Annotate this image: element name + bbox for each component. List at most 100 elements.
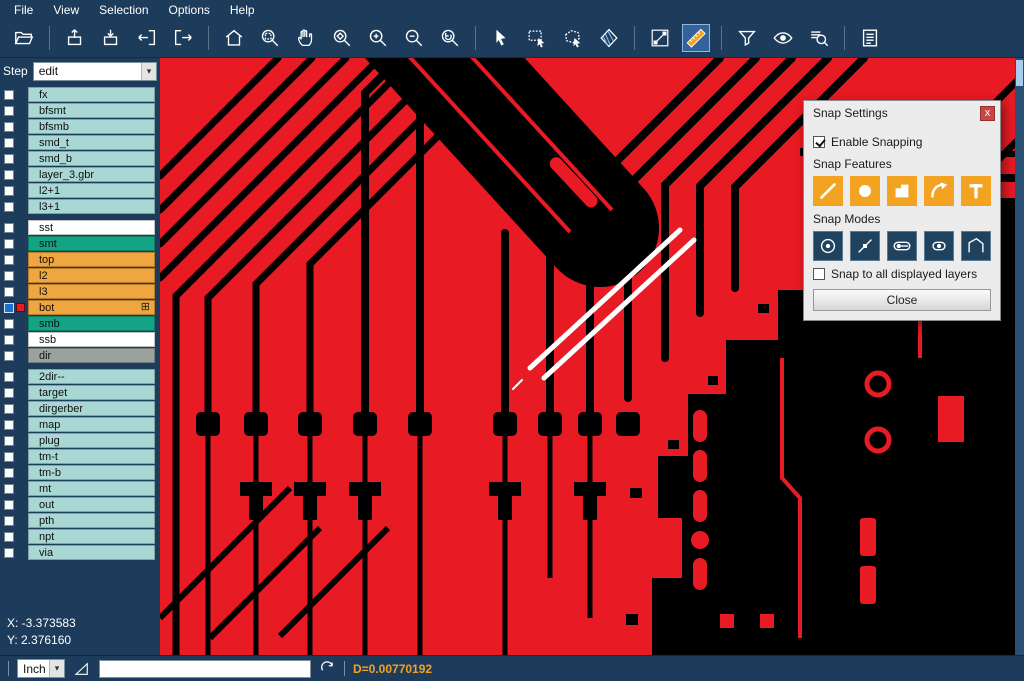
snap-feature-text-button[interactable] [961, 176, 991, 206]
select-rectangle-button[interactable] [523, 24, 551, 52]
command-input[interactable] [99, 660, 311, 678]
layer-name[interactable]: mt [28, 481, 155, 496]
layer-row[interactable]: tm-t ⊞ [0, 449, 160, 464]
draw-line-button[interactable] [646, 24, 674, 52]
vertical-scrollbar-thumb[interactable] [1016, 60, 1023, 86]
layer-visibility-checkbox[interactable] [4, 500, 14, 510]
layer-name[interactable]: smd_b [28, 151, 155, 166]
unit-select[interactable]: Inch ▾ [17, 659, 65, 678]
layer-row[interactable]: top ⊞ [0, 252, 160, 267]
layer-row[interactable]: mt ⊞ [0, 481, 160, 496]
layer-row[interactable]: smd_t ⊞ [0, 135, 160, 150]
layer-name[interactable]: via [28, 545, 155, 560]
zoom-in-button[interactable] [364, 24, 392, 52]
measure-ruler-button[interactable] [682, 24, 710, 52]
layer-name[interactable]: sst [28, 220, 155, 235]
layer-row[interactable]: smb ⊞ [0, 316, 160, 331]
layer-row[interactable]: bot ⊞ [0, 300, 160, 315]
layer-visibility-checkbox[interactable] [4, 452, 14, 462]
layer-row[interactable]: dirgerber ⊞ [0, 401, 160, 416]
layer-name[interactable]: top [28, 252, 155, 267]
layer-row[interactable]: smt ⊞ [0, 236, 160, 251]
enable-snapping-row[interactable]: Enable Snapping [813, 135, 991, 149]
layer-visibility-checkbox[interactable] [4, 372, 14, 382]
layer-row[interactable]: bfsmb ⊞ [0, 119, 160, 134]
layer-name[interactable]: dir [28, 348, 155, 363]
layer-name[interactable]: l3+1 [28, 199, 155, 214]
layer-name[interactable]: plug [28, 433, 155, 448]
layer-visibility-checkbox[interactable] [4, 484, 14, 494]
snap-mode-slot-long-button[interactable] [887, 231, 917, 261]
layer-name[interactable]: smd_t [28, 135, 155, 150]
layer-visibility-checkbox[interactable] [4, 420, 14, 430]
layer-name[interactable]: fx [28, 87, 155, 102]
select-pointer-button[interactable] [487, 24, 515, 52]
layer-visibility-checkbox[interactable] [4, 548, 14, 558]
layer-visibility-checkbox[interactable] [4, 106, 14, 116]
enable-snapping-checkbox[interactable] [813, 136, 825, 148]
home-view-button[interactable] [220, 24, 248, 52]
layer-visibility-checkbox[interactable] [4, 202, 14, 212]
layer-name[interactable]: layer_3.gbr [28, 167, 155, 182]
snap-mode-point-button[interactable] [850, 231, 880, 261]
open-file-button[interactable] [10, 24, 38, 52]
layer-row[interactable]: 2dir-- ⊞ [0, 369, 160, 384]
layer-visibility-checkbox[interactable] [4, 122, 14, 132]
layer-visibility-checkbox[interactable] [4, 404, 14, 414]
layer-visibility-checkbox[interactable] [4, 287, 14, 297]
menu-file[interactable]: File [4, 1, 43, 19]
close-icon[interactable]: x [980, 106, 995, 121]
step-select[interactable]: edit ▾ [33, 62, 157, 81]
layer-name[interactable]: tm-b [28, 465, 155, 480]
layer-row[interactable]: l2 ⊞ [0, 268, 160, 283]
layer-name[interactable]: out [28, 497, 155, 512]
snap-mode-center-button[interactable] [813, 231, 843, 261]
layer-visibility-checkbox[interactable] [4, 516, 14, 526]
layer-row[interactable]: plug ⊞ [0, 433, 160, 448]
layer-name[interactable]: dirgerber [28, 401, 155, 416]
layer-row[interactable]: via ⊞ [0, 545, 160, 560]
layer-visibility-checkbox[interactable] [4, 90, 14, 100]
layer-name[interactable]: pth [28, 513, 155, 528]
zoom-out-button[interactable] [400, 24, 428, 52]
layer-name[interactable]: smt [28, 236, 155, 251]
layer-visibility-checkbox[interactable] [4, 351, 14, 361]
layer-row[interactable]: dir ⊞ [0, 348, 160, 363]
filter-button[interactable] [733, 24, 761, 52]
layer-visibility-checkbox[interactable] [4, 170, 14, 180]
close-button[interactable]: Close [813, 289, 991, 311]
layer-visibility-checkbox[interactable] [4, 223, 14, 233]
export-step-button[interactable] [61, 24, 89, 52]
layer-visibility-checkbox[interactable] [4, 154, 14, 164]
layer-visibility-checkbox[interactable] [4, 468, 14, 478]
query-find-button[interactable] [805, 24, 833, 52]
layer-name[interactable]: l2+1 [28, 183, 155, 198]
snap-settings-titlebar[interactable]: Snap Settings x [804, 101, 1000, 125]
layer-visibility-checkbox[interactable] [4, 388, 14, 398]
import-left-button[interactable] [133, 24, 161, 52]
triangle-tool-icon[interactable] [73, 660, 91, 678]
layer-row[interactable]: ssb ⊞ [0, 332, 160, 347]
layer-visibility-checkbox[interactable] [4, 532, 14, 542]
zoom-object-button[interactable] [328, 24, 356, 52]
snap-feature-arc-button[interactable] [924, 176, 954, 206]
import-step-button[interactable] [97, 24, 125, 52]
layer-visibility-checkbox[interactable] [4, 138, 14, 148]
visibility-button[interactable] [769, 24, 797, 52]
pcb-canvas[interactable]: Snap Settings x Enable Snapping Snap Fea… [160, 58, 1024, 655]
snap-mode-contour-button[interactable] [961, 231, 991, 261]
layer-visibility-checkbox[interactable] [4, 271, 14, 281]
layer-row[interactable]: out ⊞ [0, 497, 160, 512]
layer-row[interactable]: pth ⊞ [0, 513, 160, 528]
layer-visibility-checkbox[interactable] [4, 255, 14, 265]
layer-row[interactable]: npt ⊞ [0, 529, 160, 544]
layer-row[interactable]: l3+1 ⊞ [0, 199, 160, 214]
layer-visibility-checkbox[interactable] [4, 436, 14, 446]
layer-name[interactable]: l2 [28, 268, 155, 283]
layer-name[interactable]: ssb [28, 332, 155, 347]
layer-row[interactable]: fx ⊞ [0, 87, 160, 102]
layer-name[interactable]: bot [28, 300, 155, 315]
zoom-window-button[interactable] [256, 24, 284, 52]
layer-visibility-checkbox[interactable] [4, 303, 14, 313]
menu-view[interactable]: View [43, 1, 89, 19]
